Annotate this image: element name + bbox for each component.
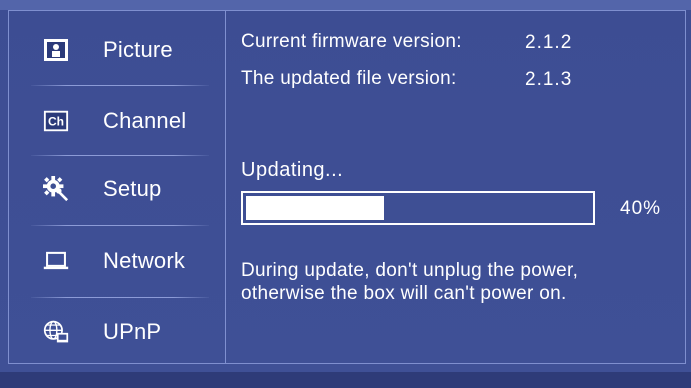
sidebar-item-label: Picture [103, 37, 173, 62]
sidebar-item-network[interactable]: Network [9, 233, 225, 289]
menu-separator [31, 85, 209, 86]
sidebar-item-setup[interactable]: Setup [9, 161, 225, 217]
current-firmware-value: 2.1.2 [525, 32, 573, 53]
sidebar-item-picture[interactable]: Picture [9, 22, 225, 78]
updated-file-label: The updated file version: [241, 68, 457, 89]
firmware-update-panel: Current firmware version: 2.1.2 The upda… [226, 11, 685, 363]
menu-separator [31, 155, 209, 156]
current-firmware-label: Current firmware version: [241, 31, 462, 52]
update-progress-bar [241, 191, 595, 225]
progress-fill [246, 196, 384, 220]
sidebar-item-channel[interactable]: Ch Channel [9, 93, 225, 149]
progress-percent: 40% [620, 198, 662, 219]
updated-file-value: 2.1.3 [525, 69, 573, 90]
sidebar-item-upnp[interactable]: UPnP [9, 304, 225, 360]
upnp-icon [43, 319, 69, 345]
warning-line: During update, don't unplug the power, [241, 260, 579, 281]
sidebar-item-label: Setup [103, 176, 162, 201]
warning-line: otherwise the box will can't power on. [241, 283, 567, 304]
update-status-text: Updating... [241, 159, 344, 181]
network-icon [43, 248, 69, 274]
setup-icon [43, 176, 69, 202]
svg-text:Ch: Ch [48, 115, 64, 129]
sidebar-item-label: Channel [103, 108, 187, 133]
sidebar-item-label: UPnP [103, 319, 162, 344]
update-screen: Picture Ch Channel Setup Network UPnP Cu… [0, 0, 691, 388]
sidebar-menu: Picture Ch Channel Setup Network UPnP [9, 11, 225, 363]
menu-separator [31, 225, 209, 226]
menu-separator [31, 297, 209, 298]
top-band [0, 0, 691, 10]
bottom-band [0, 372, 691, 388]
channel-icon: Ch [43, 108, 69, 134]
update-warning: During update, don't unplug the power, o… [241, 259, 681, 305]
picture-icon [43, 37, 69, 63]
sidebar-item-label: Network [103, 248, 186, 273]
